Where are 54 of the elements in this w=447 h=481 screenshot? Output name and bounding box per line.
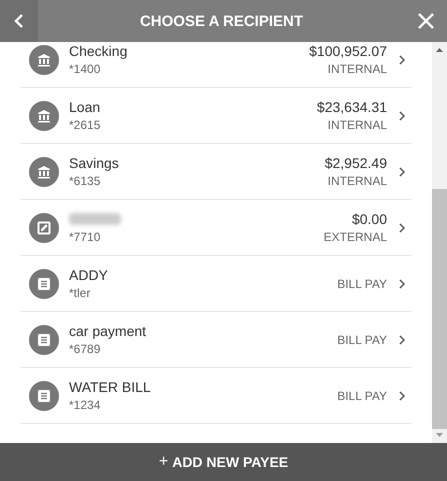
close-icon	[418, 13, 434, 29]
recipient-item[interactable]: Loan *2615 $23,634.31 INTERNAL	[20, 88, 412, 144]
balance-amount: $100,952.07	[309, 43, 387, 59]
transfer-type: INTERNAL	[328, 62, 387, 76]
window-title: CHOOSE A RECIPIENT	[138, 12, 304, 30]
scroll-down-icon[interactable]	[436, 433, 443, 437]
account-number: *2615	[69, 118, 102, 132]
document-icon	[29, 268, 59, 298]
transfer-type: INTERNAL	[328, 118, 387, 132]
bank-icon	[29, 156, 59, 186]
add-new-payee-button[interactable]: + ADD NEW PAYEE	[0, 443, 447, 481]
chevron-icon	[399, 334, 405, 344]
account-number: *7710	[69, 230, 102, 244]
transfer-type: BILL PAY	[337, 332, 387, 346]
back-button[interactable]	[0, 0, 38, 42]
bank-icon	[29, 44, 59, 74]
account-number: *1400	[69, 62, 102, 76]
scroll-thumb[interactable]	[432, 189, 447, 429]
document-icon	[29, 324, 59, 354]
recipient-item[interactable]: WATER BILL *1234 BILL PAY	[20, 368, 412, 424]
recipient-item[interactable]: car payment *6789 BILL PAY	[20, 312, 412, 368]
recipient-item[interactable]: Savings *6135 $2,952.49 INTERNAL	[20, 144, 412, 200]
chevron-icon	[399, 110, 405, 120]
redacted-name	[69, 213, 121, 225]
account-number: *6135	[69, 174, 102, 188]
bank-icon	[29, 100, 59, 130]
recipient-name: WATER BILL	[69, 379, 152, 395]
transfer-type: BILL PAY	[337, 276, 387, 290]
balance-amount: $0.00	[352, 211, 387, 227]
recipient-name: Checking	[69, 43, 128, 59]
chevron-icon	[399, 222, 405, 232]
scroll-up-icon[interactable]	[436, 48, 443, 52]
recipient-item[interactable]: *7710 $0.00 EXTERNAL	[20, 200, 412, 256]
scrollbar[interactable]	[432, 42, 447, 443]
transfer-type: INTERNAL	[328, 174, 387, 188]
account-number: *6789	[69, 342, 102, 356]
recipient-name: car payment	[69, 323, 148, 339]
transfer-type: BILL PAY	[337, 388, 387, 402]
recipient-item[interactable]: Checking *1400 $100,952.07 INTERNAL	[20, 42, 412, 88]
chevron-icon	[399, 166, 405, 176]
account-number: *1234	[69, 398, 102, 412]
recipient-name: ADDY	[69, 267, 109, 283]
chevron-icon	[399, 390, 405, 400]
recipient-name: Loan	[69, 99, 102, 115]
balance-amount: $2,952.49	[324, 155, 387, 171]
balance-amount: $23,634.31	[316, 99, 387, 115]
document-icon	[29, 380, 59, 410]
chevron-icon	[399, 54, 405, 64]
chevron-icon	[399, 278, 405, 288]
transfer-type: EXTERNAL	[324, 230, 387, 244]
account-number: *tler	[69, 286, 92, 300]
recipient-name: Savings	[69, 155, 120, 171]
back-icon	[14, 14, 24, 28]
recipient-item[interactable]: ADDY *tler BILL PAY	[20, 256, 412, 312]
